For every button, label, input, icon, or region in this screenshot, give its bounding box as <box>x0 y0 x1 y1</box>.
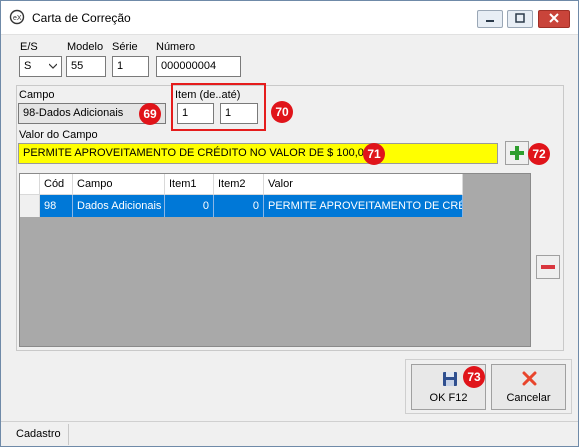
marker-73: 73 <box>463 366 485 388</box>
valor-input[interactable]: PERMITE APROVEITAMENTO DE CRÉDITO NO VAL… <box>18 143 498 164</box>
col-cod[interactable]: Cód <box>40 174 73 195</box>
serie-input[interactable]: 1 <box>112 56 149 77</box>
remove-button[interactable] <box>536 255 560 279</box>
status-separator <box>68 424 69 445</box>
cell-valor: PERMITE APROVEITAMENTO DE CRÉ... <box>264 195 463 217</box>
close-button[interactable] <box>538 10 570 28</box>
minus-icon <box>541 265 555 269</box>
plus-icon <box>510 146 524 160</box>
data-grid: Cód Campo Item1 Item2 Valor 98 Dados Adi… <box>19 173 531 347</box>
row-indicator <box>20 195 40 217</box>
grid-header: Cód Campo Item1 Item2 Valor <box>20 174 463 195</box>
status-tab-cadastro[interactable]: Cadastro <box>10 426 67 444</box>
campo-value: 98-Dados Adicionais <box>23 107 124 119</box>
item-range-label: Item (de..até) <box>175 89 241 101</box>
save-icon <box>443 372 457 386</box>
grid-row-indicator-header <box>20 174 40 195</box>
minimize-button[interactable] <box>477 10 503 28</box>
col-campo[interactable]: Campo <box>73 174 165 195</box>
cell-campo: Dados Adicionais <box>73 195 165 217</box>
valor-label: Valor do Campo <box>19 129 98 141</box>
title-bar: eX Carta de Correção <box>1 1 578 35</box>
ok-label: OK F12 <box>429 392 468 404</box>
col-item1[interactable]: Item1 <box>165 174 214 195</box>
es-value: S <box>24 60 32 72</box>
numero-label: Número <box>156 41 196 53</box>
marker-71: 71 <box>363 143 385 165</box>
item-from-input[interactable]: 1 <box>177 103 214 124</box>
table-row[interactable]: 98 Dados Adicionais 0 0 PERMITE APROVEIT… <box>20 195 463 217</box>
cancel-button[interactable]: Cancelar <box>491 364 566 410</box>
marker-72: 72 <box>528 143 550 165</box>
modelo-input[interactable]: 55 <box>66 56 106 77</box>
cell-cod: 98 <box>40 195 73 217</box>
marker-70: 70 <box>271 101 293 123</box>
es-label: E/S <box>20 41 38 53</box>
add-button[interactable] <box>505 141 529 165</box>
cancel-label: Cancelar <box>506 392 551 404</box>
window-title: Carta de Correção <box>32 11 131 25</box>
x-icon <box>522 371 537 386</box>
col-item2[interactable]: Item2 <box>214 174 264 195</box>
item-to-input[interactable]: 1 <box>220 103 258 124</box>
cell-item1: 0 <box>165 195 214 217</box>
marker-69: 69 <box>139 103 161 125</box>
app-icon: eX <box>9 9 25 25</box>
serie-label: Série <box>112 41 138 53</box>
svg-text:eX: eX <box>13 15 22 22</box>
window: eX Carta de Correção E/S S Modelo 55 Sér… <box>0 0 579 447</box>
numero-input[interactable]: 000000004 <box>156 56 241 77</box>
campo-label: Campo <box>19 89 55 101</box>
chevron-down-icon <box>49 63 57 69</box>
es-select[interactable]: S <box>19 56 62 77</box>
cell-item2: 0 <box>214 195 264 217</box>
col-valor[interactable]: Valor <box>264 174 463 195</box>
maximize-button[interactable] <box>507 10 533 28</box>
modelo-label: Modelo <box>67 41 104 53</box>
status-bar: Cadastro <box>1 421 578 446</box>
